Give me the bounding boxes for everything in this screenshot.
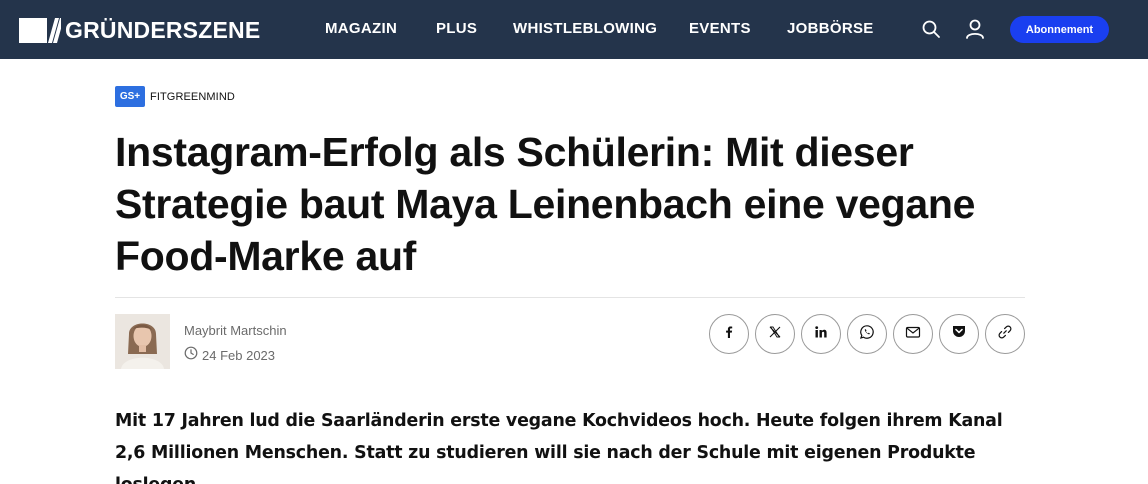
share-facebook-button[interactable]: [709, 314, 749, 354]
author-name[interactable]: Maybrit Martschin: [184, 323, 287, 338]
kicker-label[interactable]: FITGREENMIND: [150, 91, 235, 103]
share-whatsapp-button[interactable]: [847, 314, 887, 354]
nav-item-magazin[interactable]: MAGAZIN: [325, 20, 397, 37]
share-pocket-button[interactable]: [939, 314, 979, 354]
whatsapp-icon: [859, 324, 875, 345]
pocket-icon: [951, 324, 967, 344]
search-icon[interactable]: [920, 18, 942, 40]
gs-plus-badge: GS+: [115, 86, 145, 107]
logo-text: GRÜNDERSZENE: [65, 17, 261, 43]
user-icon[interactable]: [964, 18, 986, 40]
date-text: 24 Feb 2023: [202, 347, 276, 363]
share-linkedin-button[interactable]: [801, 314, 841, 354]
nav-item-events[interactable]: EVENTS: [689, 20, 751, 37]
clock-icon: [184, 346, 198, 365]
author-avatar[interactable]: [115, 314, 170, 369]
publish-date: 24 Feb 2023: [184, 346, 276, 365]
logo-mark-icon: [19, 17, 61, 43]
facebook-icon: [722, 325, 736, 344]
divider: [115, 297, 1025, 298]
mail-icon: [905, 325, 921, 344]
subscribe-button[interactable]: Abonnement: [1010, 16, 1109, 43]
nav-item-whistleblowing[interactable]: WHISTLEBLOWING: [513, 20, 657, 37]
link-icon: [997, 324, 1013, 345]
linkedin-icon: [814, 325, 828, 344]
site-logo[interactable]: GRÜNDERSZENE: [19, 17, 260, 43]
x-icon: [768, 325, 782, 344]
nav-item-jobboerse[interactable]: JOBBÖRSE: [787, 20, 874, 37]
article-headline: Instagram-Erfolg als Schülerin: Mit dies…: [115, 129, 976, 279]
top-navigation-bar: GRÜNDERSZENE MAGAZIN PLUS WHISTLEBLOWING…: [0, 0, 1148, 59]
article-lead: Mit 17 Jahren lud die Saarländerin erste…: [115, 411, 1003, 484]
share-x-button[interactable]: [755, 314, 795, 354]
share-link-button[interactable]: [985, 314, 1025, 354]
nav-item-plus[interactable]: PLUS: [436, 20, 477, 37]
share-mail-button[interactable]: [893, 314, 933, 354]
article-kicker: GS+ FITGREENMIND: [115, 86, 235, 107]
